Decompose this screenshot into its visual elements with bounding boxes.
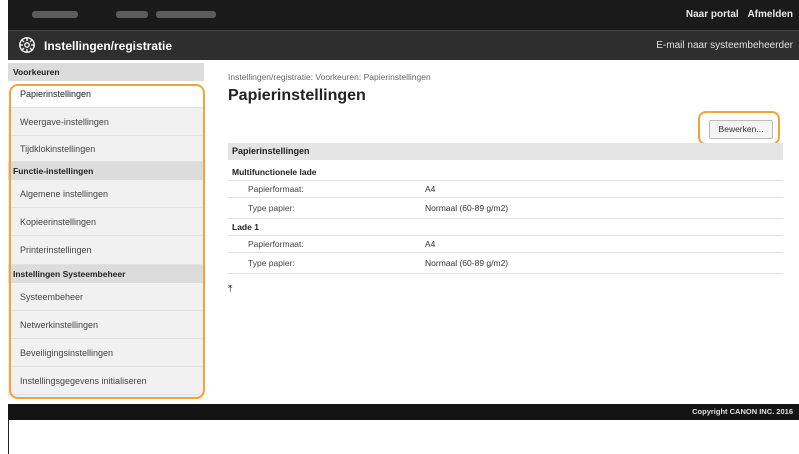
sidebar-item-tijdklokinstellingen[interactable]: Tijdklokinstellingen <box>8 136 204 162</box>
sidebar-item-weergave-instellingen[interactable]: Weergave-instellingen <box>8 108 204 136</box>
footer-bar: Copyright CANON INC. 2016 <box>8 404 799 420</box>
breadcrumb: Instellingen/registratie: Voorkeuren: Pa… <box>228 72 431 82</box>
row-label-papierformaat: Papierformaat: <box>248 184 304 194</box>
row-value-type-papier: Normaal (60-89 g/m2) <box>425 258 509 268</box>
sidebar-item-kopieerinstellingen[interactable]: Kopieerinstellingen <box>8 208 204 236</box>
sidebar-item-beveiligingsinstellingen[interactable]: Beveiligingsinstellingen <box>8 339 204 367</box>
row-label-type-papier: Type papier: <box>248 203 295 213</box>
sidebar-item-printerinstellingen[interactable]: Printerinstellingen <box>8 236 204 265</box>
blurred-model-name <box>116 11 148 18</box>
section-header: Papierinstellingen <box>228 143 783 160</box>
title-bar: Instellingen/registratie E-mail naar sys… <box>8 30 799 60</box>
sidebar-item-papierinstellingen[interactable]: Papierinstellingen <box>8 81 204 108</box>
blurred-model-detail <box>156 11 216 18</box>
sidebar-section-voorkeuren: Voorkeuren <box>8 63 204 81</box>
row-divider <box>228 180 783 181</box>
portal-link[interactable]: Naar portal <box>686 9 739 20</box>
app-title: Instellingen/registratie <box>44 39 173 53</box>
copyright-text: Copyright CANON INC. 2016 <box>692 407 793 416</box>
row-divider <box>228 273 783 274</box>
page-title: Papierinstellingen <box>228 87 366 104</box>
settings-gear-icon <box>19 37 35 53</box>
left-edge-line <box>8 420 9 454</box>
logout-link[interactable]: Afmelden <box>747 9 793 20</box>
row-value-papierformaat: A4 <box>425 239 436 249</box>
blurred-device-name <box>32 11 78 18</box>
row-divider <box>228 218 783 219</box>
row-label-papierformaat: Papierformaat: <box>248 239 304 249</box>
row-divider <box>228 252 783 253</box>
row-label-type-papier: Type papier: <box>248 258 295 268</box>
row-value-papierformaat: A4 <box>425 184 436 194</box>
admin-mail-link[interactable]: E-mail naar systeembeheerder <box>656 40 793 51</box>
group-title-lade-1: Lade 1 <box>232 222 259 232</box>
group-title-multifunctionele-lade: Multifunctionele lade <box>232 167 317 177</box>
sidebar-nav: Voorkeuren Papierinstellingen Weergave-i… <box>8 63 204 399</box>
row-value-type-papier: Normaal (60-89 g/m2) <box>425 203 509 213</box>
scroll-to-top-icon[interactable]: ⤒ <box>228 284 232 295</box>
row-divider <box>228 197 783 198</box>
edit-button[interactable]: Bewerken... <box>709 120 773 139</box>
top-bar: Naar portal Afmelden <box>8 0 799 30</box>
sidebar-item-systeembeheer[interactable]: Systeembeheer <box>8 283 204 311</box>
sidebar-item-algemene-instellingen[interactable]: Algemene instellingen <box>8 180 204 208</box>
row-divider <box>228 235 783 236</box>
sidebar-section-systeembeheer: Instellingen Systeembeheer <box>8 265 204 283</box>
top-links: Naar portal Afmelden <box>680 9 793 20</box>
sidebar-section-functie-instellingen: Functie-instellingen <box>8 162 204 180</box>
sidebar-item-netwerkinstellingen[interactable]: Netwerkinstellingen <box>8 311 204 339</box>
sidebar-item-instellingsgegevens-initialiseren[interactable]: Instellingsgegevens initialiseren <box>8 367 204 395</box>
